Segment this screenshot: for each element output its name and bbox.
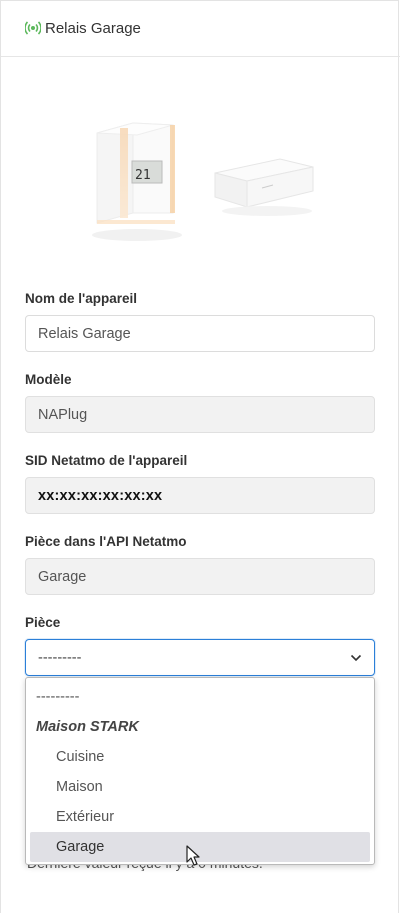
product-image: 21 [92,122,314,241]
room-label: Pièce [25,615,61,630]
dropdown-option-cuisine[interactable]: Cuisine [26,742,374,772]
dropdown-option-exterieur[interactable]: Extérieur [26,802,374,832]
device-name-label: Nom de l'appareil [25,291,137,306]
thermostat-display: 21 [135,168,151,183]
sid-label: SID Netatmo de l'appareil [25,453,188,468]
sid-field: xx:xx:xx:xx:xx:xx [25,477,375,514]
api-room-label: Pièce dans l'API Netatmo [25,534,187,549]
room-select-value: --------- [38,649,82,666]
dropdown-option-empty[interactable]: --------- [26,682,374,712]
model-label: Modèle [25,372,72,387]
card-header: Relais Garage [1,1,400,57]
room-select[interactable]: --------- [25,639,375,676]
device-name-input[interactable]: Relais Garage [25,315,375,352]
model-field: NAPlug [25,396,375,433]
chevron-down-icon [350,654,362,661]
api-room-field: Garage [25,558,375,595]
room-dropdown-list: --------- Maison STARK Cuisine Maison Ex… [25,677,375,865]
dropdown-group-maison-stark: Maison STARK [36,719,139,735]
dropdown-option-maison[interactable]: Maison [26,772,374,802]
card-title: Relais Garage [45,20,141,37]
wifi-signal-icon [25,21,41,35]
mouse-cursor-icon [186,845,200,866]
